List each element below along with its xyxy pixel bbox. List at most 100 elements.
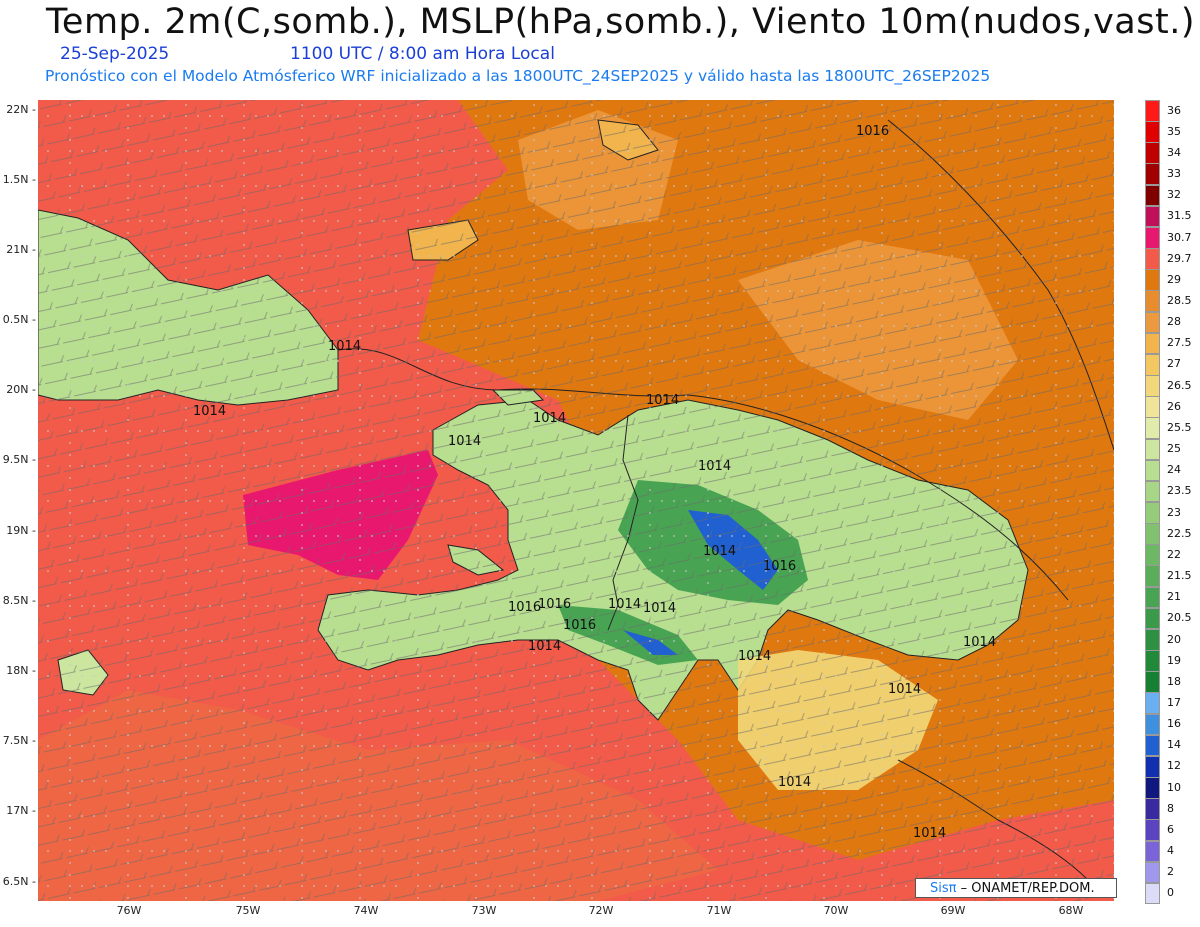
isobar-label: 1014 xyxy=(448,434,481,449)
colorbar-swatch xyxy=(1145,163,1160,186)
colorbar-label: 22.5 xyxy=(1167,526,1192,540)
isobar-label: 1014 xyxy=(888,682,921,697)
colorbar-label: 0 xyxy=(1167,886,1174,900)
colorbar-swatch xyxy=(1145,755,1160,778)
latitude-tick-label: 1.5N - xyxy=(2,173,36,186)
colorbar-swatch xyxy=(1145,692,1160,715)
forecast-valid-time: 1100 UTC / 8:00 am Hora Local xyxy=(290,44,555,64)
colorbar-label: 20.5 xyxy=(1167,611,1192,625)
isobar-label: 1014 xyxy=(913,826,946,841)
isobar-label: 1014 xyxy=(643,601,676,616)
colorbar-label: 4 xyxy=(1167,844,1174,858)
isobar-label: 1014 xyxy=(193,404,226,419)
colorbar-label: 36 xyxy=(1167,103,1181,117)
colorbar-label: 18 xyxy=(1167,674,1181,688)
longitude-tick-label: 69W xyxy=(940,904,966,917)
colorbar-label: 28 xyxy=(1167,315,1181,329)
colorbar-swatch xyxy=(1145,332,1160,355)
isobar-label: 1014 xyxy=(646,393,679,408)
isobar-label: 1014 xyxy=(533,411,566,426)
isobar-label: 1014 xyxy=(698,459,731,474)
map-canvas: 1016101410141014101410141014101410161016… xyxy=(38,100,1114,901)
colorbar-label: 20 xyxy=(1167,632,1181,646)
colorbar-swatch xyxy=(1145,607,1160,630)
colorbar-label: 26.5 xyxy=(1167,378,1192,392)
colorbar-swatch xyxy=(1145,290,1160,313)
colorbar-label: 23.5 xyxy=(1167,484,1192,498)
longitude-tick-label: 75W xyxy=(235,904,261,917)
latitude-tick-label: 21N - xyxy=(6,243,36,256)
latitude-tick-label: 7.5N - xyxy=(2,734,36,747)
colorbar-label: 6 xyxy=(1167,822,1174,836)
colorbar-swatch xyxy=(1145,205,1160,228)
colorbar-swatch xyxy=(1145,798,1160,820)
colorbar-swatch xyxy=(1145,269,1160,291)
colorbar-label: 27.5 xyxy=(1167,336,1192,350)
colorbar-swatch xyxy=(1145,100,1160,122)
colorbar-swatch xyxy=(1145,438,1160,461)
colorbar-swatch xyxy=(1145,650,1160,672)
longitude-tick-label: 70W xyxy=(823,904,849,917)
colorbar-label: 10 xyxy=(1167,780,1181,794)
isobar-label: 1014 xyxy=(703,544,736,559)
grid-dots xyxy=(38,100,1114,901)
isobar-label: 1014 xyxy=(528,639,561,654)
latitude-tick-label: 22N - xyxy=(6,103,36,116)
colorbar-swatch xyxy=(1145,671,1160,693)
isobar-label: 1016 xyxy=(856,124,889,139)
latitude-tick-label: 9.5N - xyxy=(2,453,36,466)
colorbar-swatch xyxy=(1145,523,1160,545)
map-title: Temp. 2m(C,somb.), MSLP(hPa,somb.), Vien… xyxy=(46,2,1195,42)
colorbar-swatch xyxy=(1145,375,1160,397)
colorbar-swatch xyxy=(1145,544,1160,566)
colorbar-swatch xyxy=(1145,311,1160,334)
longitude-tick-label: 72W xyxy=(588,904,614,917)
colorbar-label: 30.7 xyxy=(1167,230,1192,244)
colorbar-label: 31.5 xyxy=(1167,209,1192,223)
colorbar-label: 29 xyxy=(1167,272,1181,286)
longitude-tick-label: 73W xyxy=(471,904,497,917)
colorbar-swatch xyxy=(1145,353,1160,376)
colorbar-swatch xyxy=(1145,628,1160,651)
colorbar-swatch xyxy=(1145,121,1160,143)
credit-org: – ONAMET/REP.DOM. xyxy=(956,881,1095,896)
isobar-label: 1014 xyxy=(328,339,361,354)
colorbar-swatch xyxy=(1145,840,1160,863)
latitude-tick-label: 18N - xyxy=(6,664,36,677)
colorbar-swatch xyxy=(1145,248,1160,270)
colorbar-swatch xyxy=(1145,502,1160,524)
isobar-label: 1014 xyxy=(963,635,996,650)
colorbar-label: 25.5 xyxy=(1167,420,1192,434)
latitude-tick-label: 17N - xyxy=(6,804,36,817)
colorbar-label: 21.5 xyxy=(1167,569,1192,583)
colorbar-swatch xyxy=(1145,184,1160,207)
colorbar-label: 32 xyxy=(1167,188,1181,202)
longitude-tick-label: 71W xyxy=(706,904,732,917)
colorbar-label: 19 xyxy=(1167,653,1181,667)
latitude-tick-label: 20N - xyxy=(6,383,36,396)
colorbar-swatch xyxy=(1145,777,1160,799)
colorbar-swatch xyxy=(1145,586,1160,609)
colorbar-label: 26 xyxy=(1167,399,1181,413)
colorbar-swatch xyxy=(1145,417,1160,440)
colorbar-swatch xyxy=(1145,565,1160,588)
colorbar-swatch xyxy=(1145,226,1160,249)
isobar-label: 1016 xyxy=(563,618,596,633)
colorbar-label: 24 xyxy=(1167,463,1181,477)
colorbar-label: 8 xyxy=(1167,801,1174,815)
model-info-line: Pronóstico con el Modelo Atmósferico WRF… xyxy=(45,67,991,85)
colorbar-swatch xyxy=(1145,861,1160,884)
colorbar-label: 2 xyxy=(1167,865,1174,879)
colorbar-swatch xyxy=(1145,480,1160,503)
colorbar-label: 35 xyxy=(1167,124,1181,138)
colorbar-swatch xyxy=(1145,734,1160,757)
colorbar-label: 27 xyxy=(1167,357,1181,371)
latitude-tick-label: 0.5N - xyxy=(2,313,36,326)
colorbar-label: 29.7 xyxy=(1167,251,1192,265)
forecast-date: 25-Sep-2025 xyxy=(60,44,170,64)
colorbar-swatch xyxy=(1145,396,1160,418)
colorbar-label: 34 xyxy=(1167,145,1181,159)
longitude-tick-label: 76W xyxy=(116,904,142,917)
colorbar-swatch xyxy=(1145,459,1160,482)
isobar-label: 1014 xyxy=(778,775,811,790)
